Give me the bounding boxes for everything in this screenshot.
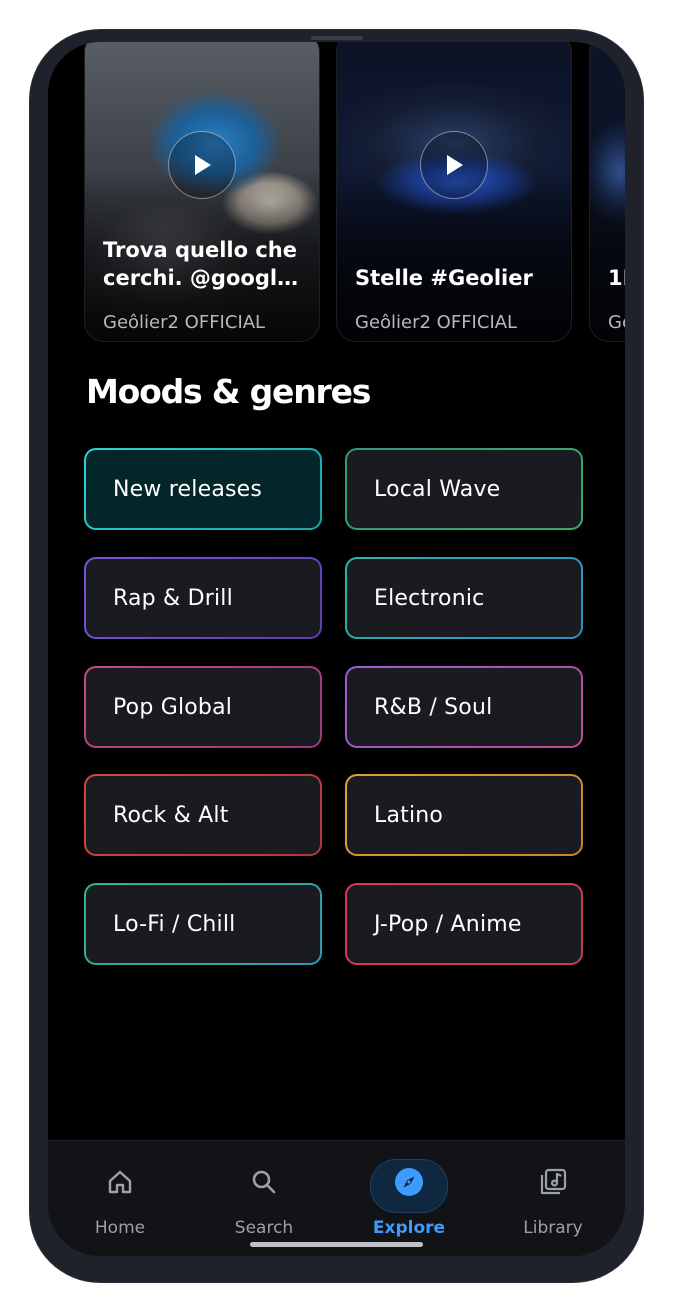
home-indicator[interactable]: [250, 1242, 423, 1247]
genre-label: New releases: [86, 450, 320, 528]
video-channel: Ge: [608, 312, 625, 333]
video-card[interactable]: Trova quello che cerchi. @google... Geôl…: [84, 42, 320, 342]
video-title: 1H: [608, 266, 625, 290]
nav-label: Search: [234, 1218, 294, 1238]
nav-home[interactable]: Home: [60, 1141, 180, 1256]
genre-label: Lo-Fi / Chill: [86, 885, 320, 963]
video-title: Stelle #Geolier: [355, 266, 533, 290]
video-title-line-1: Trova quello che: [103, 238, 297, 262]
nav-label: Home: [94, 1218, 146, 1238]
nav-label: Library: [523, 1218, 583, 1238]
genre-tile-new-releases[interactable]: New releases: [84, 448, 322, 530]
genre-tile-lofi-chill[interactable]: Lo-Fi / Chill: [84, 883, 322, 965]
genre-label: Rock & Alt: [86, 776, 320, 854]
nav-search[interactable]: Search: [204, 1141, 324, 1256]
genre-label: Electronic: [347, 559, 581, 637]
nav-explore[interactable]: Explore: [349, 1141, 469, 1256]
genre-tile-local-wave[interactable]: Local Wave: [345, 448, 583, 530]
video-card[interactable]: Stelle #Geolier Geôlier2 OFFICIAL: [336, 42, 572, 342]
play-button[interactable]: [420, 131, 488, 199]
bottom-nav: Home Search Explore Library: [48, 1140, 625, 1256]
genre-tile-pop-global[interactable]: Pop Global: [84, 666, 322, 748]
nav-label: Explore: [372, 1218, 446, 1238]
genre-label: R&B / Soul: [347, 668, 581, 746]
genre-tile-rnb-soul[interactable]: R&B / Soul: [345, 666, 583, 748]
video-channel: Geôlier2 OFFICIAL: [103, 312, 266, 333]
play-button[interactable]: [168, 131, 236, 199]
genre-label: Rap & Drill: [86, 559, 320, 637]
genre-label: Pop Global: [86, 668, 320, 746]
play-icon: [447, 155, 463, 175]
genre-label: J-Pop / Anime: [347, 885, 581, 963]
video-card[interactable]: 1H Ge: [589, 42, 625, 342]
genre-label: Latino: [347, 776, 581, 854]
nav-library[interactable]: Library: [493, 1141, 613, 1256]
video-channel: Geôlier2 OFFICIAL: [355, 312, 518, 333]
section-title: Moods & genres: [86, 372, 371, 411]
genre-tile-latino[interactable]: Latino: [345, 774, 583, 856]
genre-tile-rap-drill[interactable]: Rap & Drill: [84, 557, 322, 639]
home-icon: [105, 1167, 135, 1197]
genre-tile-electronic[interactable]: Electronic: [345, 557, 583, 639]
compass-icon: [394, 1167, 424, 1197]
genre-label: Local Wave: [347, 450, 581, 528]
genre-tile-rock-alt[interactable]: Rock & Alt: [84, 774, 322, 856]
search-icon: [249, 1167, 279, 1197]
genre-tile-jpop-anime[interactable]: J-Pop / Anime: [345, 883, 583, 965]
video-title-line-2: cerchi. @google...: [103, 266, 303, 290]
play-icon: [195, 155, 211, 175]
video-carousel[interactable]: Trova quello che cerchi. @google... Geôl…: [48, 42, 625, 342]
app-screen: Trova quello che cerchi. @google... Geôl…: [48, 42, 625, 1256]
speaker-grille: [311, 36, 363, 40]
library-icon: [538, 1167, 568, 1197]
